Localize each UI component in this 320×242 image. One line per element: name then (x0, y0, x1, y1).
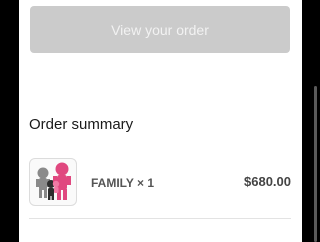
view-order-button[interactable]: View your order (30, 6, 290, 53)
scrollbar[interactable] (314, 86, 317, 242)
figures-thumbnail-icon (36, 162, 71, 200)
divider (29, 218, 291, 219)
checkout-page: View your order Order summary FAMILY × 1… (0, 0, 320, 242)
order-summary-title: Order summary (29, 116, 134, 133)
order-line-item: FAMILY × 1 $680.00 (29, 156, 291, 208)
order-status-panel: View your order Order summary FAMILY × 1… (19, 0, 302, 242)
product-thumbnail (29, 158, 77, 206)
line-item-name-quantity: FAMILY × 1 (91, 176, 155, 190)
line-item-price: $680.00 (244, 174, 291, 189)
